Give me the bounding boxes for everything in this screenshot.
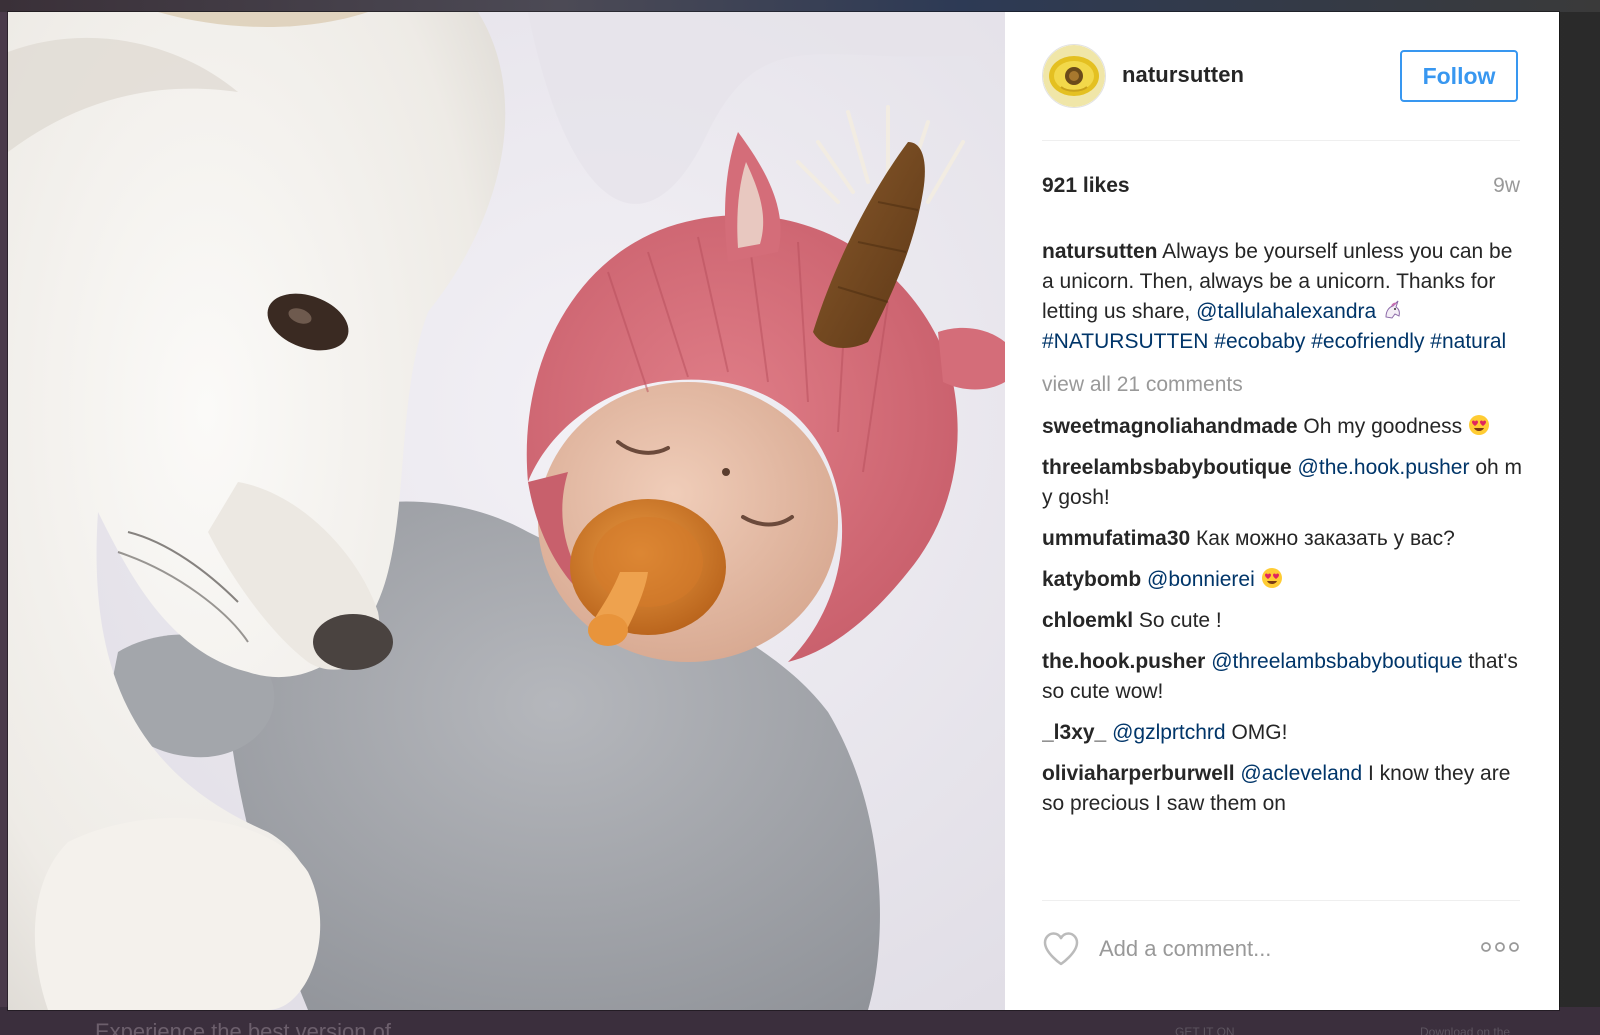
post-username[interactable]: natursutten: [1122, 62, 1244, 88]
comment-item: sweetmagnoliahandmade Oh my goodness: [1042, 412, 1522, 442]
caption-hashtag[interactable]: #natural: [1430, 330, 1506, 353]
heart-outline-icon[interactable]: [1042, 931, 1080, 967]
comment-mention[interactable]: @gzlprtchrd: [1112, 721, 1226, 744]
caption-mention[interactable]: @tallulahalexandra: [1196, 300, 1376, 323]
pacifier-logo-icon: [1043, 45, 1105, 107]
comment-footer: [1042, 900, 1520, 1011]
likes-count[interactable]: 921 likes: [1042, 174, 1130, 198]
unicorn-emoji-icon: [1385, 300, 1400, 319]
caption-hashtag[interactable]: #ecobaby: [1214, 330, 1305, 353]
comment-item: ummufatima30 Как можно заказать у вас?: [1042, 524, 1522, 554]
add-comment-input[interactable]: [1099, 929, 1459, 969]
comment-username[interactable]: the.hook.pusher: [1042, 650, 1205, 673]
caption-hashtag[interactable]: #ecofriendly: [1311, 330, 1424, 353]
comment-username[interactable]: oliviaharperburwell: [1042, 762, 1235, 785]
comment-mention[interactable]: @the.hook.pusher: [1298, 456, 1470, 479]
comment-text: So cute !: [1133, 609, 1222, 632]
backdrop-store-badge-google: GET IT ON: [1175, 1025, 1235, 1035]
comments-list[interactable]: natursutten Always be yourself unless yo…: [1042, 237, 1522, 897]
comment-username[interactable]: ummufatima30: [1042, 527, 1190, 550]
comment-text: Oh my goodness: [1297, 415, 1468, 438]
backdrop-promo-text: Experience the best version of: [95, 1021, 391, 1035]
backdrop-store-badge-apple: Download on the: [1420, 1025, 1511, 1035]
caption-username[interactable]: natursutten: [1042, 240, 1158, 263]
caption: natursutten Always be yourself unless yo…: [1042, 237, 1522, 357]
likes-row: 921 likes 9w: [1042, 174, 1520, 204]
comment-mention[interactable]: @acleveland: [1240, 762, 1362, 785]
comment-username[interactable]: _l3xy_: [1042, 721, 1106, 744]
comment-item: threelambsbabyboutique @the.hook.pusher …: [1042, 453, 1522, 513]
follow-button[interactable]: Follow: [1400, 50, 1518, 102]
comment-item: the.hook.pusher @threelambsbabyboutique …: [1042, 647, 1522, 707]
comment-item: oliviaharperburwell @acleveland I know t…: [1042, 759, 1522, 819]
comment-username[interactable]: chloemkl: [1042, 609, 1133, 632]
comment-mention[interactable]: @threelambsbabyboutique: [1211, 650, 1462, 673]
comment-username[interactable]: sweetmagnoliahandmade: [1042, 415, 1298, 438]
comment-item: _l3xy_ @gzlprtchrd OMG!: [1042, 718, 1522, 748]
heart-eyes-emoji-icon: [1261, 568, 1282, 588]
comment-mention[interactable]: @bonnierei: [1147, 568, 1255, 591]
comment-username[interactable]: katybomb: [1042, 568, 1141, 591]
more-options-icon[interactable]: [1480, 940, 1520, 954]
backdrop-top-strip: [0, 0, 1600, 12]
avatar[interactable]: [1042, 44, 1106, 108]
post-sidebar: natursutten Follow 921 likes 9w natursut…: [1005, 12, 1559, 1010]
post-modal: natursutten Follow 921 likes 9w natursut…: [8, 12, 1559, 1010]
post-header: natursutten Follow: [1042, 44, 1520, 141]
comment-text: OMG!: [1225, 721, 1288, 744]
comment-text: Как можно заказать у вас?: [1190, 527, 1455, 550]
comment-item: katybomb @bonnierei: [1042, 565, 1522, 595]
heart-eyes-emoji-icon: [1469, 415, 1489, 435]
comment-username[interactable]: threelambsbabyboutique: [1042, 456, 1292, 479]
comment-item: chloemkl So cute !: [1042, 606, 1522, 636]
view-all-comments-link[interactable]: view all 21 comments: [1042, 370, 1522, 400]
post-photo[interactable]: [8, 12, 1005, 1010]
caption-hashtag[interactable]: #NATURSUTTEN: [1042, 330, 1208, 353]
post-timestamp[interactable]: 9w: [1493, 174, 1520, 198]
